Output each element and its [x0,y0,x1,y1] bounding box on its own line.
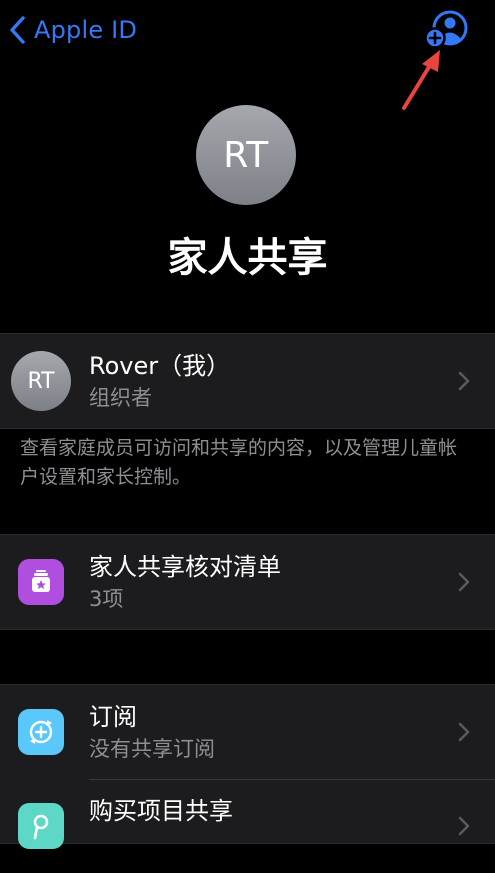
member-name: Rover（我） [89,352,231,380]
purchase-sharing-row[interactable]: 购买项目共享 [0,779,495,873]
checklist-count: 3项 [89,587,124,611]
purchase-sharing-title: 购买项目共享 [89,797,233,825]
checklist-row[interactable]: 家人共享核对清单 3项 [0,535,495,629]
annotation-arrow-icon [396,48,446,114]
chevron-right-icon [457,571,471,597]
chevron-right-icon [457,815,471,841]
family-avatar: RT [196,105,296,205]
purchase-sharing-icon [18,803,64,849]
subscriptions-title: 订阅 [89,703,137,731]
back-button-label: Apple ID [34,16,138,44]
chevron-right-icon [457,721,471,747]
member-role: 组织者 [89,386,152,410]
family-footnote: 查看家庭成员可访问和共享的内容，以及管理儿童帐户设置和家长控制。 [20,437,458,488]
members-group: RT Rover（我） 组织者 [0,333,495,429]
subscriptions-subtitle: 没有共享订阅 [89,737,215,761]
services-group: 订阅 没有共享订阅 购买项目共享 [0,684,495,849]
subscription-icon [18,709,64,755]
checklist-icon [18,559,64,605]
checklist-title: 家人共享核对清单 [89,553,281,581]
person-add-icon [424,10,470,50]
add-family-member-button[interactable] [424,10,470,50]
page-title: 家人共享 [167,235,328,281]
member-avatar: RT [11,351,71,411]
chevron-right-icon [457,370,471,396]
checklist-group: 家人共享核对清单 3项 [0,534,495,630]
member-row-organizer[interactable]: RT Rover（我） 组织者 [0,334,495,428]
back-button[interactable]: Apple ID [8,12,137,48]
subscriptions-row[interactable]: 订阅 没有共享订阅 [0,685,495,779]
chevron-left-icon [8,15,28,45]
